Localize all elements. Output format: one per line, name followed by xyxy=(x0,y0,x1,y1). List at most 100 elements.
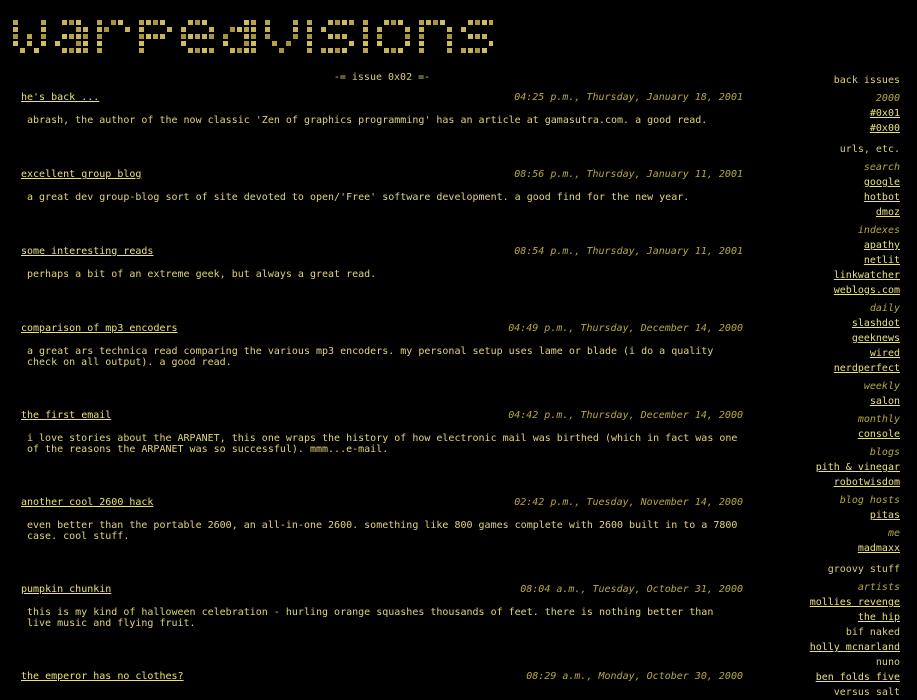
logo-pixel xyxy=(69,48,74,53)
post-entry: the first email 04:42 p.m., Thursday, Dec… xyxy=(21,409,743,455)
url-link[interactable]: salon xyxy=(780,394,900,409)
logo-pixel xyxy=(475,34,480,39)
url-link[interactable]: robotwisdom xyxy=(780,475,900,490)
post-entry: excellent group blog 08:56 p.m., Thursday… xyxy=(21,168,743,203)
logo-pixel xyxy=(244,41,249,46)
logo-pixel xyxy=(41,41,46,46)
logo-pixel xyxy=(125,27,130,32)
post-header: the first email 04:42 p.m., Thursday, Dec… xyxy=(21,409,743,423)
logo-pixel xyxy=(139,34,144,39)
url-link[interactable]: slashdot xyxy=(780,316,900,331)
url-link[interactable]: nerdperfect xyxy=(780,361,900,376)
logo-pixel xyxy=(209,27,214,32)
logo-pixel xyxy=(349,41,354,46)
url-link[interactable]: pith & vinegar xyxy=(780,460,900,475)
post-header: comparison of mp3 encoders 04:49 p.m., Th… xyxy=(21,322,743,336)
back-issue-link-0x00[interactable]: #0x00 xyxy=(780,121,900,136)
logo-pixel xyxy=(13,20,18,25)
logo-pixel xyxy=(419,34,424,39)
post-title-link[interactable]: pumpkin chunkin xyxy=(21,583,111,597)
post-date: 04:49 p.m., Thursday, December 14, 2000 xyxy=(508,323,743,334)
logo-pixel xyxy=(76,27,81,32)
url-link[interactable]: wired xyxy=(780,346,900,361)
url-link[interactable]: linkwatcher xyxy=(780,268,900,283)
logo-pixel xyxy=(307,20,312,25)
logo-pixel xyxy=(202,48,207,53)
post-body: abrash, the author of the now classic 'Z… xyxy=(27,115,708,126)
post-header: another cool 2600 hack 02:42 p.m., Tuesda… xyxy=(21,496,743,510)
logo-pixel xyxy=(251,34,256,39)
logo-pixel xyxy=(475,20,480,25)
post-title-link[interactable]: the first email xyxy=(21,409,111,423)
url-group-label: blog hosts xyxy=(839,495,900,506)
url-group-label: weekly xyxy=(863,381,900,392)
issue-header: -= issue 0x02 =- xyxy=(333,72,431,83)
url-link[interactable]: google xyxy=(780,175,900,190)
logo-pixel xyxy=(97,27,102,32)
post-body: a great dev group-blog sort of site devo… xyxy=(27,192,690,203)
logo-pixel xyxy=(181,41,186,46)
logo-pixel xyxy=(342,20,347,25)
url-link[interactable]: console xyxy=(780,427,900,442)
logo-pixel xyxy=(293,27,298,32)
post-title-link[interactable]: comparison of mp3 encoders xyxy=(21,322,178,336)
artists-list: mollies revenge the hip bif naked holly mcn… xyxy=(780,595,900,700)
logo-pixel xyxy=(41,20,46,25)
url-link[interactable]: pitas xyxy=(780,508,900,523)
artist-link[interactable]: holly mcnarland xyxy=(780,640,900,655)
post-entry: pumpkin chunkin 08:04 a.m., Tuesday, Octo… xyxy=(21,583,743,629)
url-link[interactable]: geeknews xyxy=(780,331,900,346)
logo-pixel xyxy=(468,48,473,53)
logo-pixel xyxy=(244,34,249,39)
logo-pixel xyxy=(76,34,81,39)
url-link[interactable]: dmoz xyxy=(780,205,900,220)
logo-pixel xyxy=(335,20,340,25)
logo-pixel xyxy=(230,27,235,32)
logo-pixel xyxy=(153,20,158,25)
url-link[interactable]: weblogs.com xyxy=(780,283,900,298)
artist-link[interactable]: the hip xyxy=(780,610,900,625)
logo-pixel xyxy=(426,20,431,25)
logo-pixel xyxy=(251,20,256,25)
logo-pixel xyxy=(104,27,109,32)
logo-pixel xyxy=(286,41,291,46)
main-content: -= issue 0x02 =- he's back ... 04:25 p.m.… xyxy=(21,73,743,684)
url-group-label: search xyxy=(863,162,900,173)
url-group-label: daily xyxy=(869,303,900,314)
url-group-label: indexes xyxy=(857,225,900,236)
logo-pixel xyxy=(405,27,410,32)
logo-pixel xyxy=(391,20,396,25)
logo-pixel xyxy=(69,34,74,39)
post-entry: comparison of mp3 encoders 04:49 p.m., Th… xyxy=(21,322,743,368)
logo-pixel xyxy=(419,27,424,32)
post-title-link[interactable]: excellent group blog xyxy=(21,168,141,182)
url-link[interactable]: hotbot xyxy=(780,190,900,205)
post-title-link[interactable]: another cool 2600 hack xyxy=(21,496,153,510)
artist-link[interactable]: ben folds five xyxy=(780,670,900,685)
url-groups: search google hotbot dmoz indexes apathy netli… xyxy=(780,160,900,556)
logo-pixel xyxy=(69,20,74,25)
logo-pixel xyxy=(195,20,200,25)
logo-pixel xyxy=(237,48,242,53)
sidebar: back issues 2000 #0x01 #0x00 urls, etc. … xyxy=(780,73,900,700)
logo-pixel xyxy=(328,34,333,39)
logo-pixel xyxy=(13,41,18,46)
artist-link[interactable]: mollies revenge xyxy=(780,595,900,610)
post-title-link[interactable]: he's back ... xyxy=(21,91,99,105)
url-link[interactable]: apathy xyxy=(780,238,900,253)
logo-pixel xyxy=(139,27,144,32)
back-issue-link-0x01[interactable]: #0x01 xyxy=(780,106,900,121)
post-title-link[interactable]: the emperor has no clothes? xyxy=(21,670,184,684)
back-issues-year: 2000 xyxy=(875,93,900,104)
logo-pixel xyxy=(419,41,424,46)
post-date: 08:54 p.m., Thursday, January 11, 2001 xyxy=(514,246,743,257)
logo-pixel xyxy=(146,34,151,39)
logo-pixel xyxy=(349,20,354,25)
url-link[interactable]: netlit xyxy=(780,253,900,268)
logo-pixel xyxy=(321,27,326,32)
logo-pixel xyxy=(153,34,158,39)
logo-pixel xyxy=(363,20,368,25)
url-link[interactable]: madmaxx xyxy=(780,541,900,556)
logo-pixel xyxy=(321,48,326,53)
post-title-link[interactable]: some interesting reads xyxy=(21,245,153,259)
